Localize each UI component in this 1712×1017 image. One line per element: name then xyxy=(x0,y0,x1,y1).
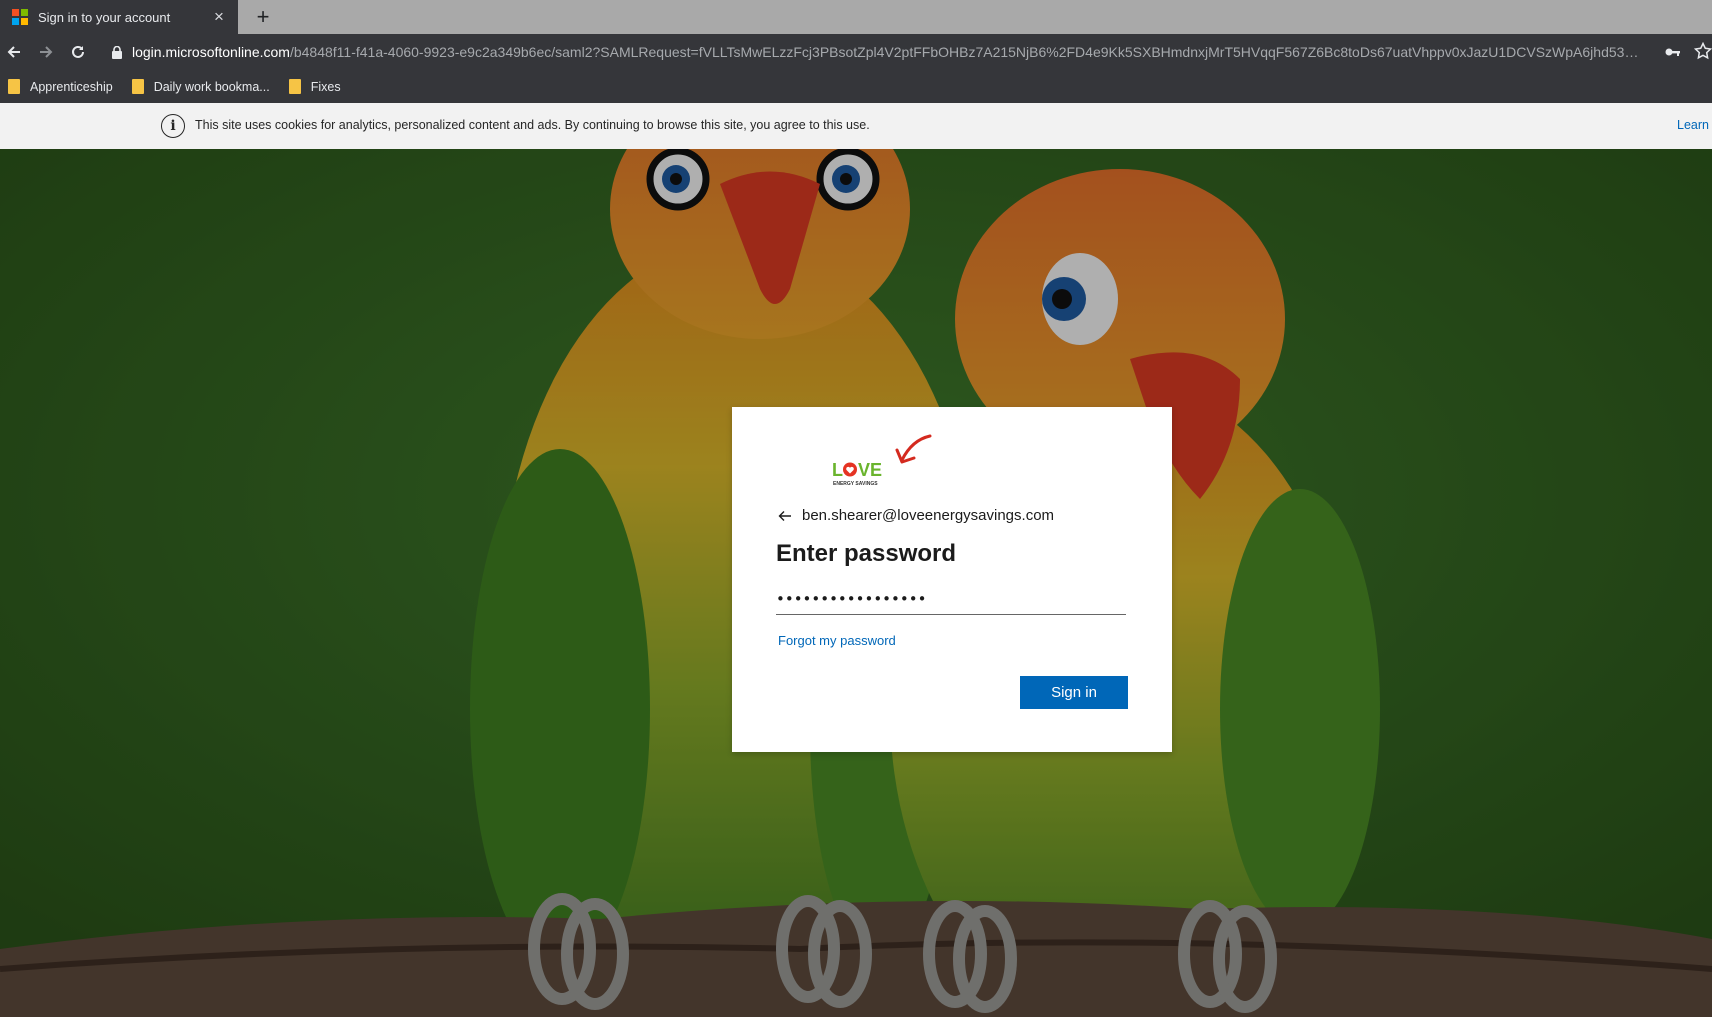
svg-text:VE: VE xyxy=(858,460,882,480)
bookmark-label: Daily work bookma... xyxy=(153,79,270,94)
bookmarks-bar: Apprenticeship Daily work bookma... Fixe… xyxy=(0,70,1712,103)
svg-text:L: L xyxy=(832,460,843,480)
bookmark-fixes[interactable]: Fixes xyxy=(288,79,341,94)
url-host: login.microsoftonline.com xyxy=(132,44,290,60)
folder-icon xyxy=(131,79,144,94)
forgot-password-link[interactable]: Forgot my password xyxy=(778,633,896,648)
tab-title: Sign in to your account xyxy=(38,9,171,25)
new-tab-button[interactable]: + xyxy=(250,4,276,30)
love-energy-savings-logo: L VE ENERGY SAVINGS xyxy=(832,459,892,489)
folder-icon xyxy=(288,79,301,94)
identity-banner[interactable]: ben.shearer@loveenergysavings.com xyxy=(778,507,1054,524)
info-icon: i xyxy=(161,114,185,138)
bookmark-daily-work[interactable]: Daily work bookma... xyxy=(131,79,270,94)
identity-email: ben.shearer@loveenergysavings.com xyxy=(802,507,1055,524)
bookmark-label: Fixes xyxy=(310,79,341,94)
cookie-message: This site uses cookies for analytics, pe… xyxy=(195,118,870,132)
microsoft-logo-icon xyxy=(12,9,28,25)
folder-icon xyxy=(8,79,20,94)
forward-arrow-icon[interactable] xyxy=(33,39,59,65)
reload-icon[interactable] xyxy=(65,39,91,65)
browser-tab-active[interactable]: Sign in to your account × xyxy=(0,0,238,34)
page-title: Enter password xyxy=(776,540,957,567)
tab-strip: Sign in to your account × + xyxy=(0,0,1712,34)
signin-card: L VE ENERGY SAVINGS ben.shearer@loveener… xyxy=(732,407,1172,752)
sign-in-button[interactable]: Sign in xyxy=(1020,676,1128,709)
back-arrow-icon[interactable] xyxy=(1,39,27,65)
cookie-banner: i This site uses cookies for analytics, … xyxy=(0,103,1712,149)
browser-toolbar: login.microsoftonline.com /b4848f11-f41a… xyxy=(0,34,1712,70)
red-annotation-arrow-icon xyxy=(894,432,934,473)
url-path: /b4848f11-f41a-4060-9923-e9c2a349b6ec/sa… xyxy=(289,44,1644,60)
close-icon[interactable]: × xyxy=(208,6,230,28)
bookmark-label: Apprenticeship xyxy=(30,79,113,94)
back-arrow-icon[interactable] xyxy=(778,510,792,522)
password-input[interactable] xyxy=(776,583,1126,615)
address-bar[interactable]: login.microsoftonline.com /b4848f11-f41a… xyxy=(104,38,1644,66)
bookmark-star-icon[interactable] xyxy=(1693,41,1712,65)
key-icon[interactable] xyxy=(1664,43,1682,66)
learn-more-link[interactable]: Learn xyxy=(1677,118,1709,132)
lock-icon xyxy=(112,45,122,59)
bookmark-apprenticeship[interactable]: Apprenticeship xyxy=(8,79,113,94)
svg-text:ENERGY SAVINGS: ENERGY SAVINGS xyxy=(833,481,878,487)
